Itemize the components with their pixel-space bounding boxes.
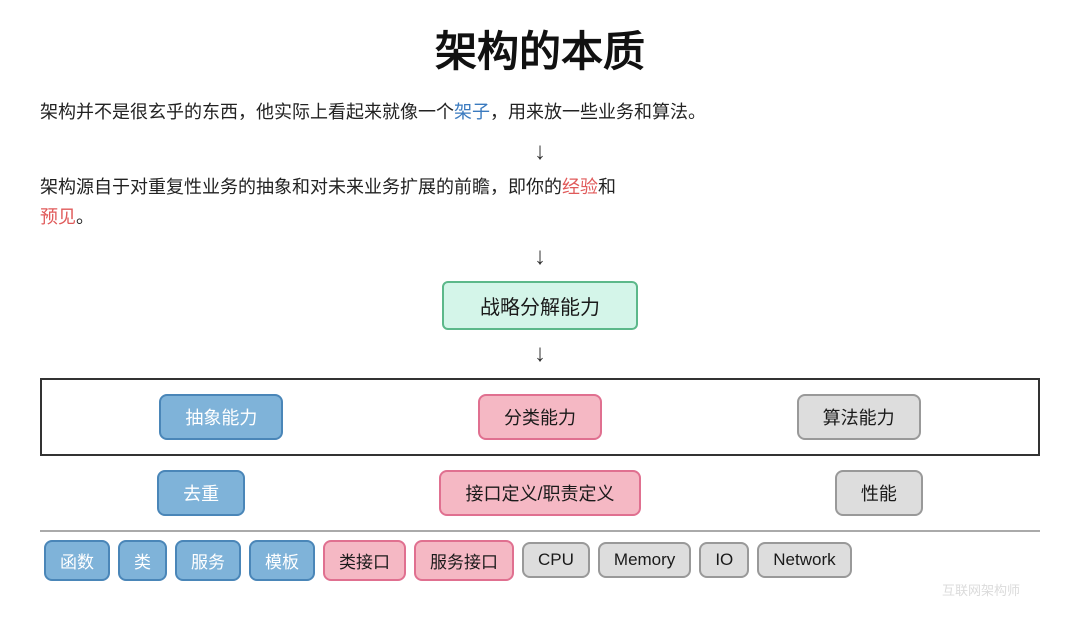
- watermark: 互联网架构师: [942, 580, 1020, 599]
- para2-after: 。: [76, 207, 94, 227]
- bottom-gray-4: Network: [757, 542, 851, 578]
- row1-col2: 分类能力: [478, 394, 602, 440]
- arrow2: ↓: [534, 243, 546, 271]
- bottom-gray-2: Memory: [598, 542, 691, 578]
- row2-col1: 去重: [157, 470, 245, 516]
- bottom-pink-1: 类接口: [323, 540, 406, 581]
- arrow1: ↓: [534, 138, 546, 166]
- bottom-gray-1: CPU: [522, 542, 590, 578]
- row1-col3: 算法能力: [797, 394, 921, 440]
- page-title: 架构的本质: [435, 18, 645, 79]
- para2-middle: 和: [598, 177, 616, 197]
- bottom-bar: 函数 类 服务 模板 类接口 服务接口 CPU Memory IO Networ…: [40, 530, 1040, 589]
- main-container: 架构的本质 架构并不是很玄乎的东西，他实际上看起来就像一个架子，用来放一些业务和…: [0, 0, 1080, 637]
- arrow3: ↓: [534, 340, 546, 368]
- bottom-blue-2: 类: [118, 540, 167, 581]
- bottom-gray-3: IO: [699, 542, 749, 578]
- row2-container: 去重 接口定义/职责定义 性能: [40, 462, 1040, 524]
- bottom-blue-4: 模板: [249, 540, 315, 581]
- paragraph2: 架构源自于对重复性业务的抽象和对未来业务扩展的前瞻，即你的经验和 预见。: [40, 172, 1040, 233]
- para2-highlight1: 经验: [562, 177, 598, 197]
- para1-highlight1: 架子: [454, 102, 490, 122]
- row2-col3: 性能: [835, 470, 923, 516]
- para2-before: 架构源自于对重复性业务的抽象和对未来业务扩展的前瞻，即你的: [40, 177, 562, 197]
- center-box: 战略分解能力: [442, 281, 638, 330]
- bottom-blue-1: 函数: [44, 540, 110, 581]
- para1-before: 架构并不是很玄乎的东西，他实际上看起来就像一个: [40, 102, 454, 122]
- bottom-blue-3: 服务: [175, 540, 241, 581]
- row1-container: 抽象能力 分类能力 算法能力: [40, 378, 1040, 456]
- row2-col2: 接口定义/职责定义: [439, 470, 640, 516]
- para2-highlight2: 预见: [40, 207, 76, 227]
- row1-col1: 抽象能力: [159, 394, 283, 440]
- bottom-pink-2: 服务接口: [414, 540, 514, 581]
- para1-middle: ，用来放一些业务和算法。: [490, 102, 706, 122]
- paragraph1: 架构并不是很玄乎的东西，他实际上看起来就像一个架子，用来放一些业务和算法。: [40, 97, 1040, 128]
